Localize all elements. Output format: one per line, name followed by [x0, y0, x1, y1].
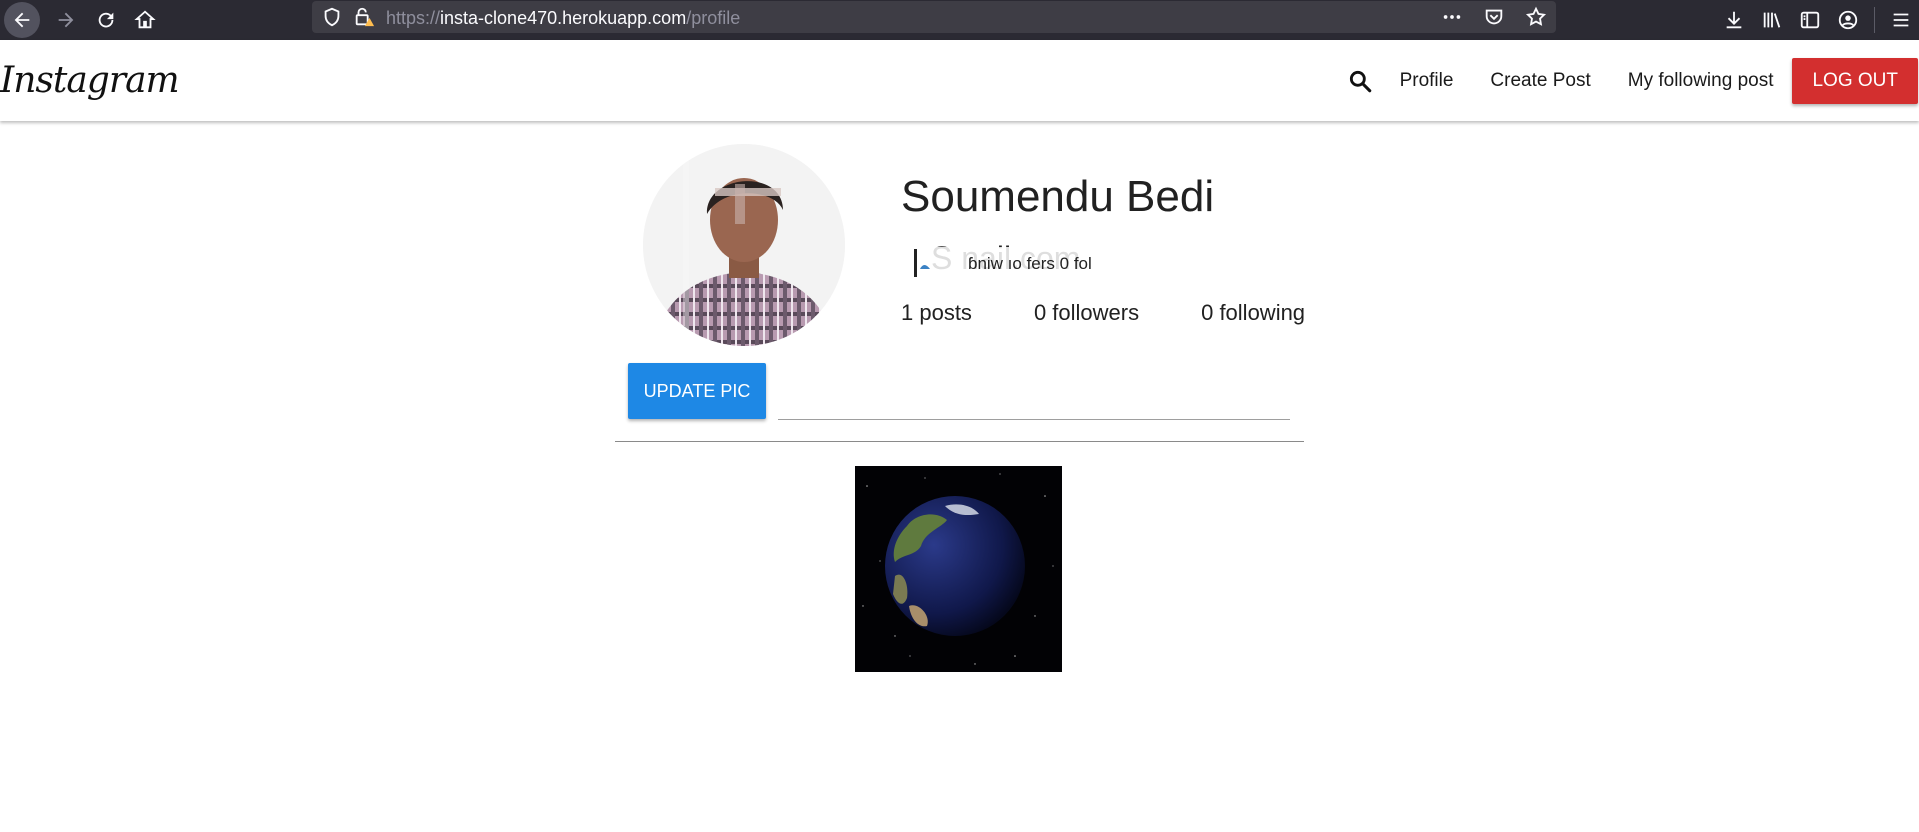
toolbar-divider — [1874, 7, 1875, 33]
download-icon[interactable] — [1722, 8, 1746, 32]
following-count[interactable]: 0 following — [1201, 300, 1305, 326]
back-icon[interactable] — [4, 2, 40, 38]
glitch-overlay: ɓniw ıo fers 0 fol — [910, 247, 1160, 281]
update-pic-button[interactable]: UPDATE PIC — [628, 363, 766, 419]
url-bar[interactable]: https://insta-clone470.herokuapp.com/pro… — [312, 1, 1556, 33]
avatar — [643, 144, 845, 346]
app-navbar: Instagram Profile Create Post My followi… — [0, 40, 1919, 121]
star-icon[interactable] — [1524, 5, 1548, 29]
pocket-icon[interactable] — [1482, 5, 1506, 29]
menu-icon[interactable] — [1889, 8, 1913, 32]
shield-icon[interactable] — [320, 5, 344, 29]
followers-count[interactable]: 0 followers — [1034, 300, 1139, 326]
post-thumbnail[interactable] — [855, 466, 1062, 672]
url-scheme: https:// — [386, 8, 441, 28]
browser-toolbar: https://insta-clone470.herokuapp.com/pro… — [0, 0, 1919, 40]
profile-name: Soumendu Bedi — [901, 172, 1215, 221]
posts-count: 1 posts — [901, 300, 972, 325]
profile-stats: 1 posts 0 followers 0 following — [901, 300, 1305, 326]
logout-button[interactable]: LOG OUT — [1792, 57, 1918, 104]
home-icon[interactable] — [127, 2, 163, 38]
nav-profile-link[interactable]: Profile — [1400, 70, 1454, 92]
url-text[interactable]: https://insta-clone470.herokuapp.com/pro… — [386, 8, 740, 29]
url-path: /profile — [686, 8, 741, 28]
reload-icon[interactable] — [88, 2, 124, 38]
lock-warning-icon[interactable] — [352, 5, 376, 29]
nav-following-post-link[interactable]: My following post — [1628, 70, 1774, 92]
library-icon[interactable] — [1760, 8, 1784, 32]
file-path-input[interactable] — [778, 380, 1290, 420]
account-icon[interactable] — [1836, 8, 1860, 32]
divider — [615, 441, 1304, 442]
brand-logo[interactable]: Instagram — [0, 60, 180, 101]
nav-create-post-link[interactable]: Create Post — [1490, 70, 1590, 92]
url-host: insta-clone470.herokuapp.com — [440, 8, 687, 28]
glitch-text: ɓniw ıo fers 0 fol — [968, 254, 1092, 273]
search-icon[interactable] — [1346, 67, 1374, 95]
forward-icon[interactable] — [48, 2, 84, 38]
more-icon[interactable] — [1440, 5, 1464, 29]
sidebar-icon[interactable] — [1798, 8, 1822, 32]
